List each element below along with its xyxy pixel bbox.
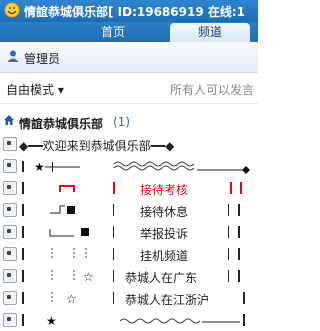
svg-text:★: ★ [46, 314, 57, 328]
lock-icon [3, 247, 17, 261]
channel-row[interactable]: 举报投诉 [0, 221, 258, 243]
channel-name: 恭城人在广东 [125, 271, 198, 285]
tab-bar: 首页 频道 [0, 22, 258, 42]
channel-name: 接待休息 [140, 205, 189, 219]
channel-root-name: 情誼恭城俱乐部 [19, 117, 104, 131]
lock-icon [3, 181, 17, 195]
user-bar: 管理员 [0, 42, 258, 73]
channel-row[interactable]: ★ [0, 155, 258, 177]
title-bar: 情誼恭城俱乐部[ ID:19686919 在线:1 [0, 0, 258, 22]
channel-row[interactable]: ★ [0, 309, 258, 331]
channel-name: 挂机频道 [140, 249, 189, 263]
channel-row[interactable]: 接待休息 [0, 199, 258, 221]
channel-name: 举报投诉 [140, 227, 189, 241]
lock-icon [3, 159, 17, 173]
app-logo-icon [4, 2, 20, 18]
lock-icon [3, 313, 17, 327]
tab-channels[interactable]: 频道 [170, 23, 250, 42]
mode-dropdown[interactable]: 自由模式 ▾ [6, 81, 64, 98]
channel-row[interactable]: 接待考核 [0, 177, 258, 199]
svg-text:★: ★ [34, 160, 45, 174]
channel-row[interactable]: 挂机频道 [0, 243, 258, 265]
svg-text:☆: ☆ [66, 292, 77, 306]
lock-icon [3, 269, 17, 283]
user-icon [7, 50, 19, 62]
speech-policy-label: 所有人可以发言 [169, 83, 254, 97]
user-role-label[interactable]: 管理员 [24, 50, 60, 67]
channel-name: ◆━━欢迎来到恭城俱乐部━━◆ [19, 139, 175, 153]
window-title: 情誼恭城俱乐部[ ID:19686919 在线:1 [24, 5, 246, 19]
lock-icon [3, 225, 17, 239]
channel-name: 恭城人在江浙沪 [125, 293, 210, 307]
channel-row[interactable]: ☆ 恭城人在江浙沪 [0, 287, 258, 309]
lock-icon [3, 203, 17, 217]
channel-root-count: (1) [113, 115, 130, 129]
channel-tree: 情誼恭城俱乐部 (1) ◆━━欢迎来到恭城俱乐部━━◆ ★ 接待考核 接待休息 … [0, 108, 258, 328]
channel-row[interactable]: ◆━━欢迎来到恭城俱乐部━━◆ [0, 133, 258, 155]
channel-decoration-art [22, 248, 240, 260]
lock-icon [3, 291, 17, 305]
channel-decoration-art: ★ [22, 314, 245, 328]
channel-root-row[interactable]: 情誼恭城俱乐部 (1) [0, 111, 258, 133]
mode-bar: 自由模式 ▾ 所有人可以发言 [0, 73, 258, 104]
channel-decoration-art [22, 182, 242, 194]
channel-decoration-art [22, 204, 240, 216]
channel-decoration-art [22, 226, 240, 238]
channel-decoration-art: ★ [22, 160, 250, 174]
lock-icon [3, 137, 17, 151]
svg-text:☆: ☆ [83, 270, 94, 284]
channel-name: 接待考核 [140, 183, 189, 197]
tab-home[interactable]: 首页 [60, 23, 166, 42]
home-icon [4, 115, 14, 125]
channel-row[interactable]: ☆ 恭城人在广东 [0, 265, 258, 287]
